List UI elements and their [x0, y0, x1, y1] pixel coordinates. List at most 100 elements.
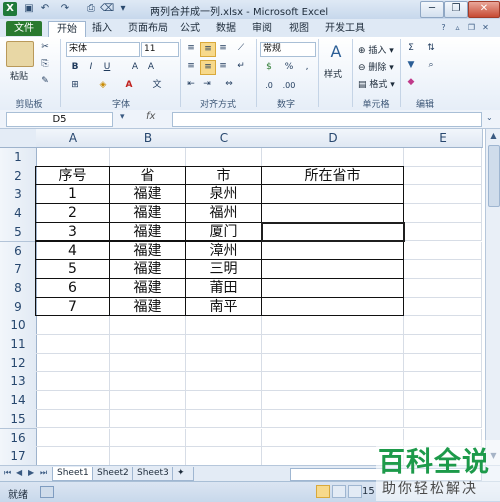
undo-icon[interactable]: ↶: [38, 2, 52, 16]
font-color-icon[interactable]: A: [122, 79, 136, 92]
table-cell[interactable]: 福建: [109, 221, 186, 242]
cell-a13[interactable]: [36, 372, 110, 392]
table-cell[interactable]: 福建: [109, 277, 186, 298]
customize-qat-icon[interactable]: ▾: [116, 2, 130, 16]
cell-b15[interactable]: [110, 409, 186, 429]
cell-d10[interactable]: [262, 316, 404, 335]
cell-e13[interactable]: [404, 372, 482, 392]
table-cell[interactable]: 福建: [109, 184, 186, 205]
cell-b10[interactable]: [110, 316, 186, 335]
cell-e8[interactable]: [404, 278, 482, 298]
row-header-5[interactable]: 5: [0, 222, 37, 243]
table-cell[interactable]: 福建: [109, 259, 186, 279]
wrap-text-icon[interactable]: ↵: [234, 60, 248, 73]
ribbon-close-icon[interactable]: ✕: [480, 22, 491, 33]
last-sheet-icon[interactable]: ⏭: [40, 468, 47, 478]
prev-sheet-icon[interactable]: ◀: [16, 468, 22, 477]
expand-formula-bar-icon[interactable]: ⌄: [486, 113, 493, 122]
sheet-tab-sheet3[interactable]: Sheet3: [132, 467, 174, 481]
table-cell[interactable]: 莆田: [185, 277, 262, 298]
percent-style-icon[interactable]: %: [282, 61, 296, 74]
borders-icon[interactable]: ⊞: [68, 79, 82, 92]
tab-review[interactable]: 审阅: [244, 21, 280, 36]
cell-a11[interactable]: [36, 335, 110, 354]
bold-icon[interactable]: B: [68, 61, 82, 74]
align-bottom-icon[interactable]: ≡: [216, 42, 230, 55]
format-painter-icon[interactable]: ✎: [38, 75, 52, 88]
row-header-9[interactable]: 9: [0, 297, 37, 318]
cell-d15[interactable]: [262, 409, 404, 429]
page-break-view-icon[interactable]: [348, 485, 362, 498]
close-icon[interactable]: ✕: [468, 1, 500, 18]
font-size-select[interactable]: 11: [141, 42, 179, 57]
decrease-indent-icon[interactable]: ⇤: [184, 78, 198, 91]
table-header-cell[interactable]: 市: [185, 165, 262, 186]
tab-data[interactable]: 数据: [208, 21, 244, 36]
font-name-select[interactable]: 宋体: [66, 42, 140, 57]
table-header-cell[interactable]: 省: [109, 165, 186, 186]
save-icon[interactable]: ▣: [22, 2, 36, 16]
sheet-tab-sheet1[interactable]: Sheet1: [52, 467, 94, 481]
table-cell[interactable]: 三明: [185, 259, 262, 279]
tab-page-layout[interactable]: 页面布局: [120, 21, 176, 36]
table-cell[interactable]: 2: [35, 203, 110, 223]
cell-b13[interactable]: [110, 372, 186, 392]
paste-button-label[interactable]: 粘贴: [10, 69, 28, 82]
styles-icon[interactable]: A: [326, 42, 346, 62]
cut-icon[interactable]: ✂: [38, 41, 52, 54]
decrease-font-icon[interactable]: A: [144, 61, 158, 74]
cell-d11[interactable]: [262, 335, 404, 354]
ribbon-minimize-icon[interactable]: ▵: [452, 22, 463, 33]
table-cell[interactable]: [261, 240, 404, 261]
phonetic-icon[interactable]: 文: [150, 79, 164, 92]
scroll-thumb[interactable]: [488, 145, 500, 207]
styles-button-label[interactable]: 样式: [324, 67, 342, 80]
cell-d12[interactable]: [262, 353, 404, 373]
table-cell[interactable]: 泉州: [185, 184, 262, 205]
column-header-a[interactable]: A: [36, 129, 111, 148]
table-cell[interactable]: 5: [35, 259, 110, 279]
table-cell[interactable]: [261, 277, 404, 298]
redo-icon[interactable]: ↷: [58, 2, 72, 16]
clear-icon[interactable]: ◆: [404, 76, 418, 89]
cell-a1[interactable]: [36, 148, 110, 167]
macro-record-icon[interactable]: [40, 486, 54, 498]
cell-c13[interactable]: [186, 372, 262, 392]
cell-d13[interactable]: [262, 372, 404, 392]
column-header-b[interactable]: B: [110, 129, 187, 148]
align-center-icon[interactable]: ≡: [200, 60, 216, 75]
row-header-4[interactable]: 4: [0, 204, 37, 224]
cell-e14[interactable]: [404, 391, 482, 410]
cell-a10[interactable]: [36, 316, 110, 335]
row-header-10[interactable]: 10: [0, 316, 37, 336]
tab-developer[interactable]: 开发工具: [317, 21, 373, 36]
accounting-format-icon[interactable]: $: [262, 61, 276, 74]
row-header-1[interactable]: 1: [0, 148, 37, 168]
cell-b17[interactable]: [110, 447, 186, 465]
row-header-2[interactable]: 2: [0, 166, 37, 187]
table-cell[interactable]: [261, 296, 404, 317]
cell-c10[interactable]: [186, 316, 262, 335]
sheet-tab-sheet2[interactable]: Sheet2: [92, 467, 134, 481]
table-cell[interactable]: 南平: [185, 296, 262, 317]
row-header-13[interactable]: 13: [0, 372, 37, 393]
underline-icon[interactable]: U: [100, 61, 114, 74]
row-header-6[interactable]: 6: [0, 241, 37, 262]
insert-sheet-icon[interactable]: ✦: [172, 467, 194, 481]
cell-c1[interactable]: [186, 148, 262, 167]
row-header-12[interactable]: 12: [0, 353, 37, 374]
table-header-cell[interactable]: 所在省市: [261, 165, 404, 186]
cell-c16[interactable]: [186, 428, 262, 448]
next-sheet-icon[interactable]: ▶: [28, 468, 34, 477]
table-cell[interactable]: [261, 184, 404, 205]
cell-c15[interactable]: [186, 409, 262, 429]
format-cells-button[interactable]: ▤ 格式 ▾: [358, 77, 395, 90]
normal-view-icon[interactable]: [316, 485, 330, 498]
format-painter-qat-icon[interactable]: ⌫: [100, 2, 114, 16]
table-cell[interactable]: 福州: [185, 203, 262, 223]
select-all-corner[interactable]: [0, 129, 37, 148]
table-cell[interactable]: 3: [35, 221, 110, 242]
find-select-icon[interactable]: ⌕: [424, 59, 438, 72]
vertical-scrollbar[interactable]: ▲ ▼: [485, 129, 500, 465]
table-header-cell[interactable]: 序号: [35, 165, 110, 186]
